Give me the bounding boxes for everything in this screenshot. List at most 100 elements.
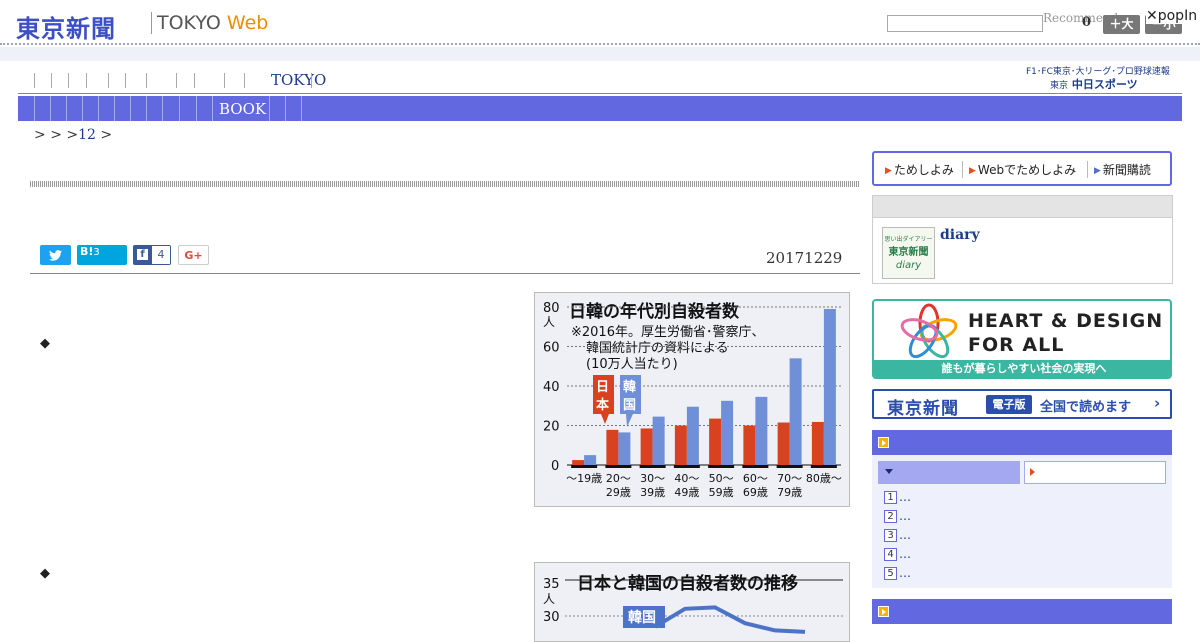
chart-unit: 人 xyxy=(543,315,555,329)
diary-thumbnail[interactable]: 思い出ダイアリー 東京新聞 diary xyxy=(882,227,935,279)
bar-korea xyxy=(618,432,631,465)
hatena-bookmark-button[interactable]: B!3 xyxy=(77,245,127,265)
trial-read-link[interactable]: ▶ ためしよみ xyxy=(885,161,954,178)
triangle-icon: ▶ xyxy=(885,166,892,176)
chart-unit: 人 xyxy=(543,592,555,606)
site-logo[interactable]: 東京新聞 xyxy=(16,9,116,44)
heart-title-line2: FOR ALL xyxy=(968,334,1065,356)
figure-suicide-by-age[interactable]: 日韓の年代別自殺者数 ※2016年。厚生労働省･警察庁、 韓国統計庁の資料による… xyxy=(534,292,850,507)
font-size-up-button[interactable]: ＋大 xyxy=(1103,15,1140,34)
bar-japan xyxy=(572,460,585,465)
section-nav: BOOK xyxy=(18,96,1182,121)
y-tick-label: 60 xyxy=(543,341,560,356)
chevron-right-icon: › xyxy=(1154,394,1161,412)
chart-note-2: 韓国統計庁の資料による xyxy=(586,340,729,356)
diary-link[interactable]: diary xyxy=(940,227,980,243)
ranking-item-text: … xyxy=(899,490,911,504)
arrow-box-icon xyxy=(878,606,889,617)
bar-japan xyxy=(743,425,756,465)
breadcrumb-sep: > xyxy=(34,127,46,143)
diary-thumb-line1: 思い出ダイアリー xyxy=(884,236,933,243)
ranking-item[interactable]: 2… xyxy=(884,509,911,523)
facebook-share-button[interactable]: f 4 xyxy=(133,245,171,265)
header-subband xyxy=(0,47,1200,61)
nav-divider xyxy=(194,73,195,88)
nav-divider xyxy=(146,73,147,88)
bar-korea xyxy=(789,358,802,465)
figure-suicide-trend[interactable]: 日本と韓国の自殺者数の推移 35 人 30 韓国 xyxy=(534,562,850,642)
facebook-icon: f xyxy=(137,249,148,260)
y-tick-label: 80 xyxy=(543,301,560,316)
chart-note-3: (10万人当たり) xyxy=(586,357,678,372)
second-ranking-header xyxy=(872,599,1172,624)
ranking-item[interactable]: 5… xyxy=(884,566,911,580)
heart-design-footer: 誰もが暮らしやすい社会の実現へ xyxy=(874,360,1170,377)
ranking-tab-inactive[interactable] xyxy=(1024,461,1166,484)
x-tick-label: 60〜 xyxy=(743,472,768,485)
triangle-right-icon xyxy=(1030,468,1035,476)
diary-thumb-line2: 東京新聞 xyxy=(888,247,929,258)
x-tick-label: 〜19歳 xyxy=(566,472,602,485)
ranking-item[interactable]: 3… xyxy=(884,528,911,542)
bar-korea xyxy=(755,396,768,465)
ranking-item[interactable]: 1… xyxy=(884,490,911,504)
section-nav-book[interactable]: BOOK xyxy=(219,100,266,118)
caret-down-icon xyxy=(885,469,893,474)
y-tick-label: 40 xyxy=(543,380,560,395)
search-input[interactable] xyxy=(887,15,1043,32)
x-tick-label: 69歳 xyxy=(743,486,768,499)
bar-korea xyxy=(686,406,699,465)
section-nav-divider xyxy=(146,96,147,121)
section-nav-divider xyxy=(196,96,197,121)
partner-name: 中日スポーツ xyxy=(1071,78,1138,91)
promo-link-bar: ▶ ためしよみ ▶ Webでためしよみ ▶ 新聞購読 xyxy=(872,151,1172,186)
ranking-tab-active[interactable] xyxy=(878,461,1020,484)
nav-divider xyxy=(176,73,177,88)
article-header-rule xyxy=(30,273,860,274)
promo-divider xyxy=(962,161,963,178)
tokyo-web-logo[interactable]: TOKYO Web xyxy=(157,12,268,34)
recommend-count: 0 xyxy=(1082,15,1092,30)
web-trial-read-link[interactable]: ▶ Webでためしよみ xyxy=(969,161,1076,178)
google-plus-button[interactable]: G+ xyxy=(178,245,209,265)
triangle-icon: ▶ xyxy=(1094,166,1101,176)
subscribe-link[interactable]: ▶ 新聞購読 xyxy=(1094,161,1151,178)
chunichi-sports-link[interactable]: 東京 中日スポーツ xyxy=(1050,76,1138,92)
x-tick-label: 49歳 xyxy=(674,486,699,499)
digital-edition-banner[interactable]: 東京新聞 電子版 全国で読めます › xyxy=(872,389,1172,419)
y-tick-30: 30 xyxy=(543,610,560,625)
x-tick-label: 79歳 xyxy=(777,486,802,499)
legend-korea-label-2: 国 xyxy=(623,398,636,413)
section-nav-divider xyxy=(98,96,99,121)
section-nav-divider xyxy=(130,96,131,121)
x-tick-label: 59歳 xyxy=(709,486,734,499)
bar-chart: 日韓の年代別自殺者数 ※2016年。厚生労働省･警察庁、 韓国統計庁の資料による… xyxy=(535,293,849,506)
diary-thumb-line3: diary xyxy=(895,260,922,271)
bar-japan xyxy=(674,425,687,465)
bar-korea xyxy=(823,308,836,465)
popin-close-button[interactable]: ✕popIn xyxy=(1146,8,1198,24)
heart-design-banner[interactable]: HEART & DESIGN FOR ALL 誰もが暮らしやすい社会の実現へ xyxy=(872,299,1172,379)
nav-divider xyxy=(68,73,69,88)
breadcrumb-sep: > xyxy=(100,127,113,143)
ranking-item-text: … xyxy=(899,509,911,523)
bar-japan xyxy=(777,422,790,465)
ranking-item-text: … xyxy=(899,547,911,561)
twitter-share-button[interactable] xyxy=(40,245,71,265)
site-header: 東京新聞 TOKYO Web Recommend 0 ＋大 －小 ✕popIn xyxy=(0,0,1200,45)
ranking-item[interactable]: 4… xyxy=(884,547,911,561)
breadcrumb-page-link[interactable]: 12 xyxy=(78,127,96,143)
heart-design-logo-icon xyxy=(900,303,958,359)
category-tick xyxy=(673,465,700,468)
section-nav-divider xyxy=(50,96,51,121)
section-nav-divider xyxy=(301,96,302,121)
chart-title: 日本と韓国の自殺者数の推移 xyxy=(577,573,798,594)
nav-divider xyxy=(311,73,312,88)
ranking-item-text: … xyxy=(899,528,911,542)
x-tick-label: 80歳〜 xyxy=(806,472,842,485)
section-nav-divider xyxy=(269,96,270,121)
nav-item-tokyo[interactable]: TOKYO xyxy=(271,71,326,89)
nav-divider xyxy=(108,73,109,88)
subscribe-label: 新聞購読 xyxy=(1102,163,1151,177)
bar-japan xyxy=(640,428,653,465)
